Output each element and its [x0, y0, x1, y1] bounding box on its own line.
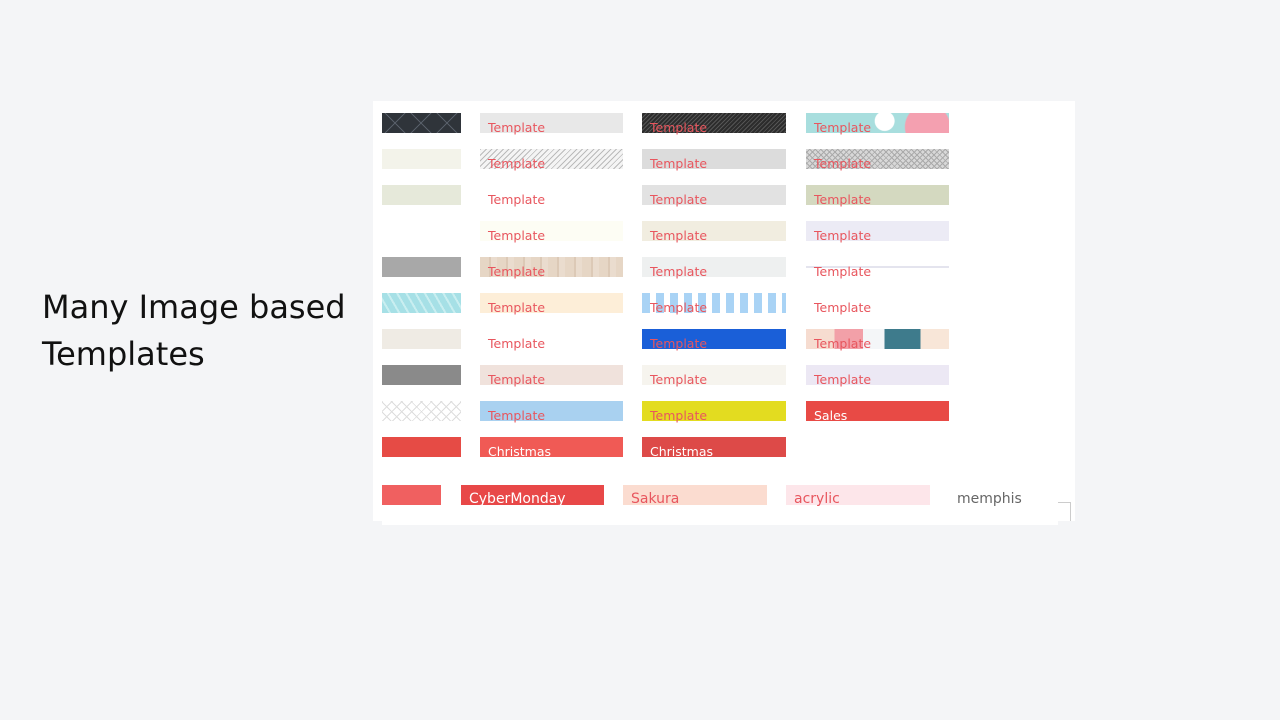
template-thumbnail[interactable] — [382, 185, 461, 205]
template-thumbnail[interactable]: CyberMonday — [461, 485, 604, 507]
template-label: Template — [814, 192, 872, 207]
template-thumbnail[interactable]: Christmas — [480, 437, 623, 459]
template-thumbnail[interactable]: Template — [480, 329, 623, 351]
template-thumbnail[interactable]: Template — [480, 365, 623, 387]
template-label: acrylic — [794, 491, 840, 507]
template-label: Template — [650, 336, 708, 351]
template-thumbnail[interactable]: Template — [480, 221, 623, 243]
template-label: Template — [488, 408, 546, 423]
template-label: Template — [650, 408, 708, 423]
template-thumbnail[interactable]: Template — [806, 221, 949, 243]
template-thumbnail[interactable] — [382, 149, 461, 169]
template-label: Template — [814, 300, 872, 315]
template-thumbnail[interactable]: Template — [806, 149, 949, 171]
template-label: Template — [814, 264, 872, 279]
template-label: Template — [488, 192, 546, 207]
template-label: memphis — [957, 491, 1022, 507]
template-thumbnail[interactable]: Template — [642, 257, 786, 279]
heading-line-2: Templates — [42, 335, 205, 373]
template-label: Template — [488, 372, 546, 387]
template-thumbnail[interactable]: Template — [480, 401, 623, 423]
template-thumbnail[interactable] — [382, 293, 461, 313]
template-thumbnail[interactable]: Template — [480, 185, 623, 207]
template-label: Template — [650, 156, 708, 171]
template-thumbnail[interactable]: Template — [480, 149, 623, 171]
template-thumbnail[interactable] — [382, 401, 461, 421]
template-thumbnail[interactable]: acrylic — [786, 485, 930, 507]
template-thumbnail[interactable]: Sakura — [623, 485, 767, 507]
template-label: Template — [814, 336, 872, 351]
template-thumbnail[interactable]: Template — [642, 293, 786, 315]
template-label: Template — [650, 264, 708, 279]
template-thumbnail[interactable]: Sales — [806, 401, 949, 423]
template-thumbnail[interactable]: Template — [806, 329, 949, 351]
template-thumbnail[interactable]: Template — [642, 149, 786, 171]
template-thumbnail[interactable] — [382, 437, 461, 457]
template-label: Christmas — [488, 444, 552, 459]
template-thumbnail[interactable]: Template — [642, 401, 786, 423]
template-thumbnail[interactable]: Template — [480, 293, 623, 315]
template-label: Template — [650, 372, 708, 387]
template-label: Template — [650, 120, 708, 135]
template-label: Template — [814, 228, 872, 243]
template-thumbnail[interactable]: Christmas — [642, 437, 786, 459]
template-thumbnail[interactable]: Template — [806, 293, 949, 315]
heading-line-1: Many Image based — [42, 288, 346, 326]
slide-heading: Many Image based Templates — [42, 284, 346, 378]
template-gallery-footer — [382, 505, 1058, 525]
template-label: CyberMonday — [469, 491, 566, 507]
template-label: Template — [650, 192, 708, 207]
template-thumbnail[interactable] — [382, 221, 461, 241]
template-thumbnail[interactable]: Template — [806, 257, 949, 279]
template-label: Template — [488, 228, 546, 243]
template-label: Template — [488, 264, 546, 279]
template-label: Template — [650, 228, 708, 243]
template-label: Sales — [814, 408, 848, 423]
template-thumbnail[interactable]: Template — [642, 329, 786, 351]
template-thumbnail[interactable]: Template — [642, 365, 786, 387]
template-label: Template — [814, 372, 872, 387]
template-label: Christmas — [650, 444, 714, 459]
template-thumbnail[interactable]: Template — [480, 257, 623, 279]
template-thumbnail[interactable]: Template — [642, 221, 786, 243]
template-thumbnail[interactable]: Template — [806, 365, 949, 387]
panel-border-corner — [1058, 502, 1071, 521]
template-thumbnail[interactable]: Template — [480, 113, 623, 135]
template-label: Template — [488, 336, 546, 351]
template-label: Template — [488, 300, 546, 315]
template-thumbnail[interactable] — [382, 365, 461, 385]
template-thumbnail[interactable] — [382, 485, 441, 505]
template-label: Template — [650, 300, 708, 315]
template-thumbnail[interactable]: Template — [806, 185, 949, 207]
template-label: Template — [814, 156, 872, 171]
template-label: Template — [814, 120, 872, 135]
template-label: Template — [488, 156, 546, 171]
template-thumbnail[interactable] — [382, 257, 461, 277]
template-thumbnail[interactable]: Template — [806, 113, 949, 135]
template-label: Template — [488, 120, 546, 135]
template-label: Sakura — [631, 491, 680, 507]
template-thumbnail[interactable]: Template — [642, 185, 786, 207]
template-thumbnail[interactable]: Template — [642, 113, 786, 135]
template-thumbnail[interactable] — [382, 329, 461, 349]
template-thumbnail[interactable]: memphis — [949, 485, 1049, 507]
template-thumbnail[interactable] — [382, 113, 461, 133]
